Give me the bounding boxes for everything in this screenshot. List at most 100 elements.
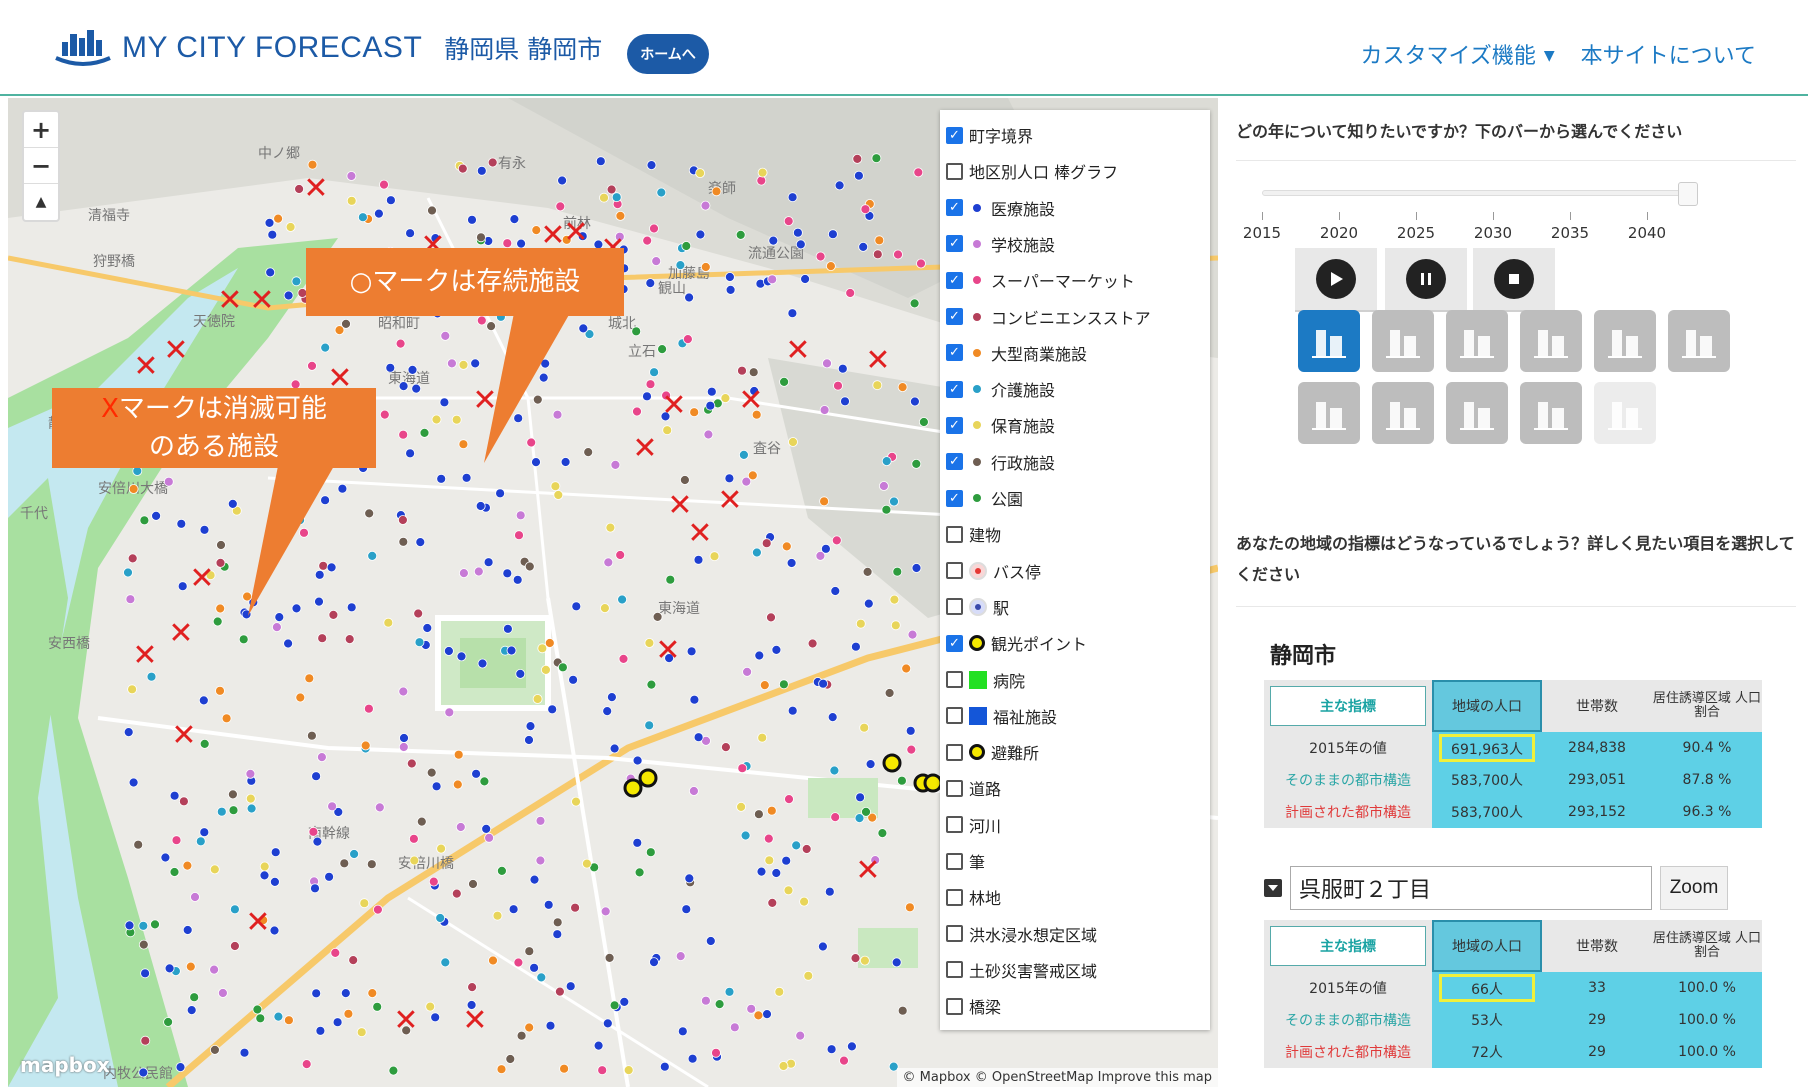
facility-marker[interactable]: [127, 684, 137, 695]
facility-marker[interactable]: [311, 988, 322, 999]
facility-marker[interactable]: [340, 988, 351, 998]
main-indicator-header[interactable]: 主な指標: [1270, 926, 1426, 966]
facility-marker[interactable]: [839, 1055, 849, 1066]
road-icon[interactable]: [1372, 382, 1434, 444]
facility-marker[interactable]: [735, 229, 746, 240]
facility-marker[interactable]: [787, 308, 798, 319]
facility-marker[interactable]: [199, 739, 210, 749]
facility-marker[interactable]: [689, 786, 699, 796]
facility-marker[interactable]: [651, 256, 662, 267]
facility-marker[interactable]: [720, 393, 731, 404]
layer-item[interactable]: 病院: [946, 665, 1025, 695]
facility-marker[interactable]: [414, 637, 425, 648]
facility-marker[interactable]: [163, 1017, 174, 1027]
facility-marker[interactable]: [695, 168, 705, 178]
facility-marker[interactable]: [767, 898, 778, 908]
vanishing-facility-x-icon[interactable]: ✕: [738, 383, 763, 418]
compass-button[interactable]: ▲: [24, 184, 58, 220]
facility-marker[interactable]: [304, 673, 315, 684]
facility-marker[interactable]: [632, 755, 643, 766]
facility-marker[interactable]: [907, 629, 918, 640]
facility-marker[interactable]: [826, 1044, 837, 1055]
facility-marker[interactable]: [364, 508, 375, 519]
facility-marker[interactable]: [762, 1009, 772, 1019]
facility-marker[interactable]: [488, 955, 498, 966]
facility-marker[interactable]: [330, 948, 341, 958]
facility-marker[interactable]: [862, 566, 873, 577]
facility-marker[interactable]: [675, 260, 686, 271]
vanishing-facility-x-icon[interactable]: ✕: [168, 616, 193, 651]
layer-checkbox[interactable]: [946, 525, 963, 543]
facility-marker[interactable]: [199, 524, 210, 535]
layer-item[interactable]: 保育施設: [946, 410, 1055, 440]
facility-marker[interactable]: [693, 732, 704, 743]
facility-marker[interactable]: [545, 1020, 556, 1031]
layer-item[interactable]: 介護施設: [946, 374, 1055, 404]
facility-marker[interactable]: [367, 550, 378, 561]
facility-marker[interactable]: [169, 867, 180, 877]
facility-marker[interactable]: [227, 498, 238, 509]
facility-marker[interactable]: [426, 767, 437, 778]
facility-marker[interactable]: [619, 997, 630, 1007]
facility-marker[interactable]: [427, 205, 437, 216]
households-cell[interactable]: 29: [1542, 1036, 1652, 1068]
facility-marker[interactable]: [452, 779, 463, 790]
facility-marker[interactable]: [800, 274, 810, 284]
facility-marker[interactable]: [893, 249, 903, 260]
facility-marker[interactable]: [408, 833, 419, 844]
facility-marker[interactable]: [649, 957, 659, 967]
layer-checkbox[interactable]: [946, 126, 963, 144]
facility-marker[interactable]: [799, 896, 809, 907]
layer-checkbox[interactable]: [946, 271, 963, 289]
facility-marker[interactable]: [138, 1067, 149, 1078]
facility-marker[interactable]: [140, 1035, 151, 1046]
facility-marker[interactable]: [512, 574, 523, 585]
facility-marker[interactable]: [757, 167, 768, 178]
facility-marker[interactable]: [273, 1011, 284, 1022]
facility-marker[interactable]: [555, 201, 566, 212]
facility-marker[interactable]: [320, 342, 331, 353]
facility-marker[interactable]: [818, 678, 828, 689]
facility-marker[interactable]: [807, 638, 818, 649]
layer-checkbox[interactable]: [946, 743, 963, 761]
facility-marker[interactable]: [164, 963, 175, 974]
facility-marker[interactable]: [138, 939, 149, 950]
facility-marker[interactable]: [701, 995, 711, 1006]
facility-marker[interactable]: [411, 383, 422, 394]
facility-marker[interactable]: [599, 192, 609, 203]
layer-checkbox[interactable]: [946, 925, 963, 943]
facility-marker[interactable]: [860, 204, 871, 215]
facility-marker[interactable]: [827, 712, 838, 722]
facility-marker[interactable]: [379, 409, 390, 420]
layer-checkbox[interactable]: [946, 961, 963, 979]
facility-marker[interactable]: [190, 892, 200, 902]
facility-marker[interactable]: [858, 241, 869, 252]
vanishing-facility-x-icon[interactable]: ✕: [132, 638, 157, 673]
slider-thumb[interactable]: [1678, 182, 1698, 206]
facility-marker[interactable]: [451, 888, 462, 899]
facility-marker[interactable]: [840, 396, 850, 407]
facility-marker[interactable]: [833, 380, 843, 391]
slider-track[interactable]: [1262, 190, 1688, 196]
facility-marker[interactable]: [818, 941, 828, 952]
facility-marker[interactable]: [283, 1015, 294, 1026]
facility-marker[interactable]: [209, 964, 220, 975]
facility-marker[interactable]: [227, 789, 238, 800]
facility-marker[interactable]: [383, 617, 394, 628]
vanishing-facility-x-icon[interactable]: ✕: [563, 215, 588, 250]
facility-marker[interactable]: [216, 540, 226, 550]
facility-marker[interactable]: [245, 769, 256, 779]
facility-marker[interactable]: [803, 970, 814, 981]
facility-marker[interactable]: [139, 515, 150, 526]
facility-marker[interactable]: [687, 1053, 698, 1064]
facility-marker[interactable]: [905, 725, 916, 736]
facility-marker[interactable]: [367, 988, 378, 998]
year-label[interactable]: 2015: [1243, 224, 1281, 242]
facility-marker[interactable]: [405, 228, 416, 239]
facility-marker[interactable]: [771, 868, 782, 878]
facility-marker[interactable]: [665, 574, 676, 585]
facility-marker[interactable]: [695, 229, 706, 240]
facility-marker[interactable]: [642, 391, 652, 402]
vanishing-facility-x-icon[interactable]: ✕: [163, 333, 188, 368]
facility-marker[interactable]: [905, 902, 915, 913]
